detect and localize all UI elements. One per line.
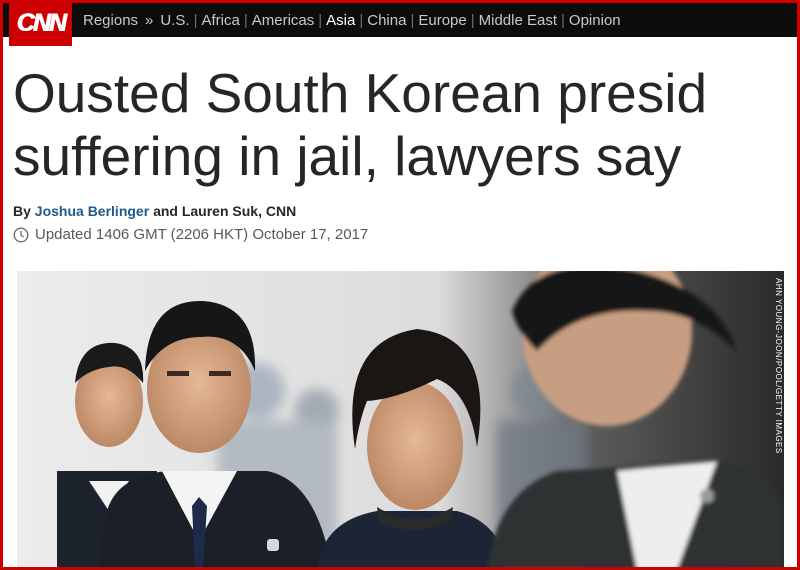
nav-separator: | (470, 11, 475, 29)
nav-separator: | (243, 11, 248, 29)
chevron-icon: » (145, 11, 154, 29)
logo-text: CNN (16, 8, 66, 37)
nav-item-middle-east[interactable]: Middle East (479, 12, 557, 29)
top-navigation-bar: Regions » U.S. | Africa | Americas | Asi… (3, 3, 797, 37)
photo-image (17, 271, 784, 570)
nav-separator: | (318, 11, 323, 29)
byline-prefix: By (13, 203, 31, 219)
nav-separator: | (561, 11, 565, 29)
author-link[interactable]: Joshua Berlinger (35, 203, 149, 219)
photo-credit: AHN YOUNG-JOON/POOL/GETTY IMAGES (774, 278, 783, 454)
nav-item-europe[interactable]: Europe (418, 12, 466, 29)
nav-item-americas[interactable]: Americas (252, 12, 315, 29)
nav-item-china[interactable]: China (367, 12, 406, 29)
cnn-logo[interactable]: CNN (9, 0, 72, 46)
nav-item-africa[interactable]: Africa (201, 12, 239, 29)
nav-separator: | (359, 11, 364, 29)
nav-item-us[interactable]: U.S. (160, 12, 189, 29)
article-headline: Ousted South Korean presid suffering in … (13, 62, 797, 188)
headline-line-2: suffering in jail, lawyers say (13, 125, 682, 187)
nav-separator: | (193, 11, 198, 29)
article-photo (17, 271, 784, 570)
nav-regions[interactable]: Regions (83, 12, 138, 29)
nav-separator: | (410, 11, 415, 29)
byline: By Joshua Berlinger and Lauren Suk, CNN (13, 203, 296, 219)
nav-item-asia[interactable]: Asia (326, 12, 355, 29)
updated-text: Updated 1406 GMT (2206 HKT) October 17, … (35, 226, 369, 243)
updated-timestamp: Updated 1406 GMT (2206 HKT) October 17, … (13, 226, 368, 243)
clock-icon (13, 227, 29, 242)
byline-rest: and Lauren Suk, CNN (153, 203, 297, 219)
nav-item-opinion[interactable]: Opinion (569, 12, 621, 29)
regions-nav: Regions » U.S. | Africa | Americas | Asi… (83, 3, 621, 37)
headline-line-1: Ousted South Korean presid (13, 62, 708, 124)
